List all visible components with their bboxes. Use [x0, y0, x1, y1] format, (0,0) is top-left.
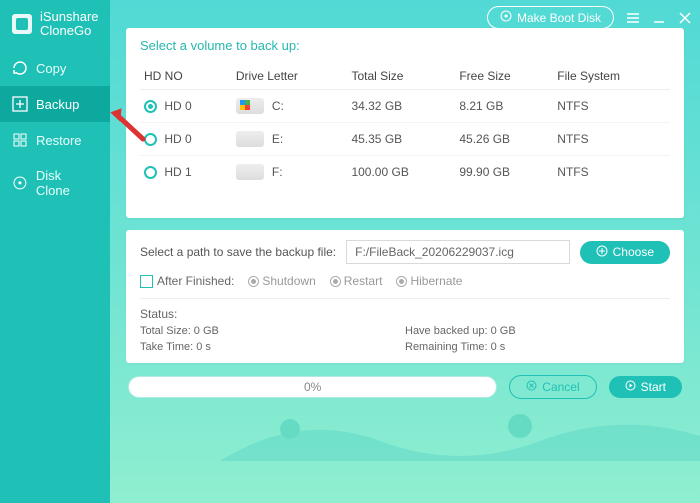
drive-icon [236, 131, 264, 147]
table-row[interactable]: HD 0C:34.32 GB8.21 GBNTFS [140, 90, 670, 123]
sidebar-item-disk-clone[interactable]: Disk Clone [0, 158, 110, 208]
opt-restart[interactable]: Restart [330, 274, 383, 288]
cell-fs: NTFS [553, 123, 670, 156]
brand-line2: CloneGo [40, 24, 99, 38]
cell-free: 8.21 GB [455, 90, 553, 123]
start-button[interactable]: Start [609, 376, 682, 398]
restore-icon [12, 132, 28, 148]
cell-fs: NTFS [553, 156, 670, 189]
sidebar-item-label: Disk Clone [36, 168, 98, 198]
status-remain: Remaining Time: 0 s [405, 341, 670, 353]
cell-total: 100.00 GB [347, 156, 455, 189]
cell-total: 34.32 GB [347, 90, 455, 123]
choose-button[interactable]: Choose [580, 241, 670, 264]
cancel-label: Cancel [542, 380, 579, 394]
table-row[interactable]: HD 1F:100.00 GB99.90 GBNTFS [140, 156, 670, 189]
row-radio[interactable] [144, 166, 157, 179]
col-total: Total Size [347, 63, 455, 90]
col-hdno: HD NO [140, 63, 232, 90]
table-row[interactable]: HD 0E:45.35 GB45.26 GBNTFS [140, 123, 670, 156]
sidebar-item-restore[interactable]: Restore [0, 122, 110, 158]
brand-line1: iSunshare [40, 10, 99, 24]
sidebar-item-copy[interactable]: Copy [0, 50, 110, 86]
main-area: Select a volume to back up: HD NO Drive … [110, 0, 700, 503]
decorative-hills [220, 401, 700, 461]
row-radio[interactable] [144, 133, 157, 146]
brand: iSunshare CloneGo [0, 6, 110, 50]
drive-letter: C: [272, 99, 284, 113]
cell-free: 45.26 GB [455, 123, 553, 156]
save-path-label: Select a path to save the backup file: [140, 245, 336, 259]
cancel-button[interactable]: Cancel [509, 375, 596, 399]
after-finished-label: After Finished: [157, 274, 234, 288]
cancel-icon [526, 380, 537, 394]
col-free: Free Size [455, 63, 553, 90]
play-icon [625, 380, 636, 394]
drive-icon [236, 164, 264, 180]
cell-total: 45.35 GB [347, 123, 455, 156]
brand-icon [10, 12, 34, 36]
plus-circle-icon [596, 245, 608, 260]
status-backed: Have backed up: 0 GB [405, 325, 670, 337]
sidebar: iSunshare CloneGo Copy Backup Restore Di… [0, 0, 110, 503]
copy-icon [12, 60, 28, 76]
cell-fs: NTFS [553, 90, 670, 123]
volume-panel: Select a volume to back up: HD NO Drive … [126, 28, 684, 218]
opt-hibernate[interactable]: Hibernate [396, 274, 462, 288]
after-finished-checkbox[interactable]: After Finished: [140, 274, 234, 288]
options-panel: Select a path to save the backup file: C… [126, 230, 684, 363]
sidebar-item-label: Copy [36, 61, 66, 76]
status-title: Status: [140, 307, 670, 321]
drive-letter: E: [272, 132, 283, 146]
sidebar-item-backup[interactable]: Backup [0, 86, 110, 122]
start-label: Start [641, 380, 666, 394]
progress-bar: 0% [128, 376, 497, 398]
volume-title: Select a volume to back up: [140, 38, 670, 53]
drive-icon [236, 98, 264, 114]
col-drive: Drive Letter [232, 63, 348, 90]
disk-clone-icon [12, 175, 28, 191]
status-total: Total Size: 0 GB [140, 325, 405, 337]
row-radio[interactable] [144, 100, 157, 113]
save-path-input[interactable] [346, 240, 570, 264]
choose-label: Choose [613, 245, 654, 259]
status-take: Take Time: 0 s [140, 341, 405, 353]
opt-shutdown[interactable]: Shutdown [248, 274, 315, 288]
backup-icon [12, 96, 28, 112]
drive-letter: F: [272, 165, 283, 179]
bottom-bar: 0% Cancel Start [126, 375, 684, 399]
cell-free: 99.90 GB [455, 156, 553, 189]
col-fs: File System [553, 63, 670, 90]
volume-table: HD NO Drive Letter Total Size Free Size … [140, 63, 670, 188]
sidebar-item-label: Restore [36, 133, 82, 148]
sidebar-item-label: Backup [36, 97, 79, 112]
